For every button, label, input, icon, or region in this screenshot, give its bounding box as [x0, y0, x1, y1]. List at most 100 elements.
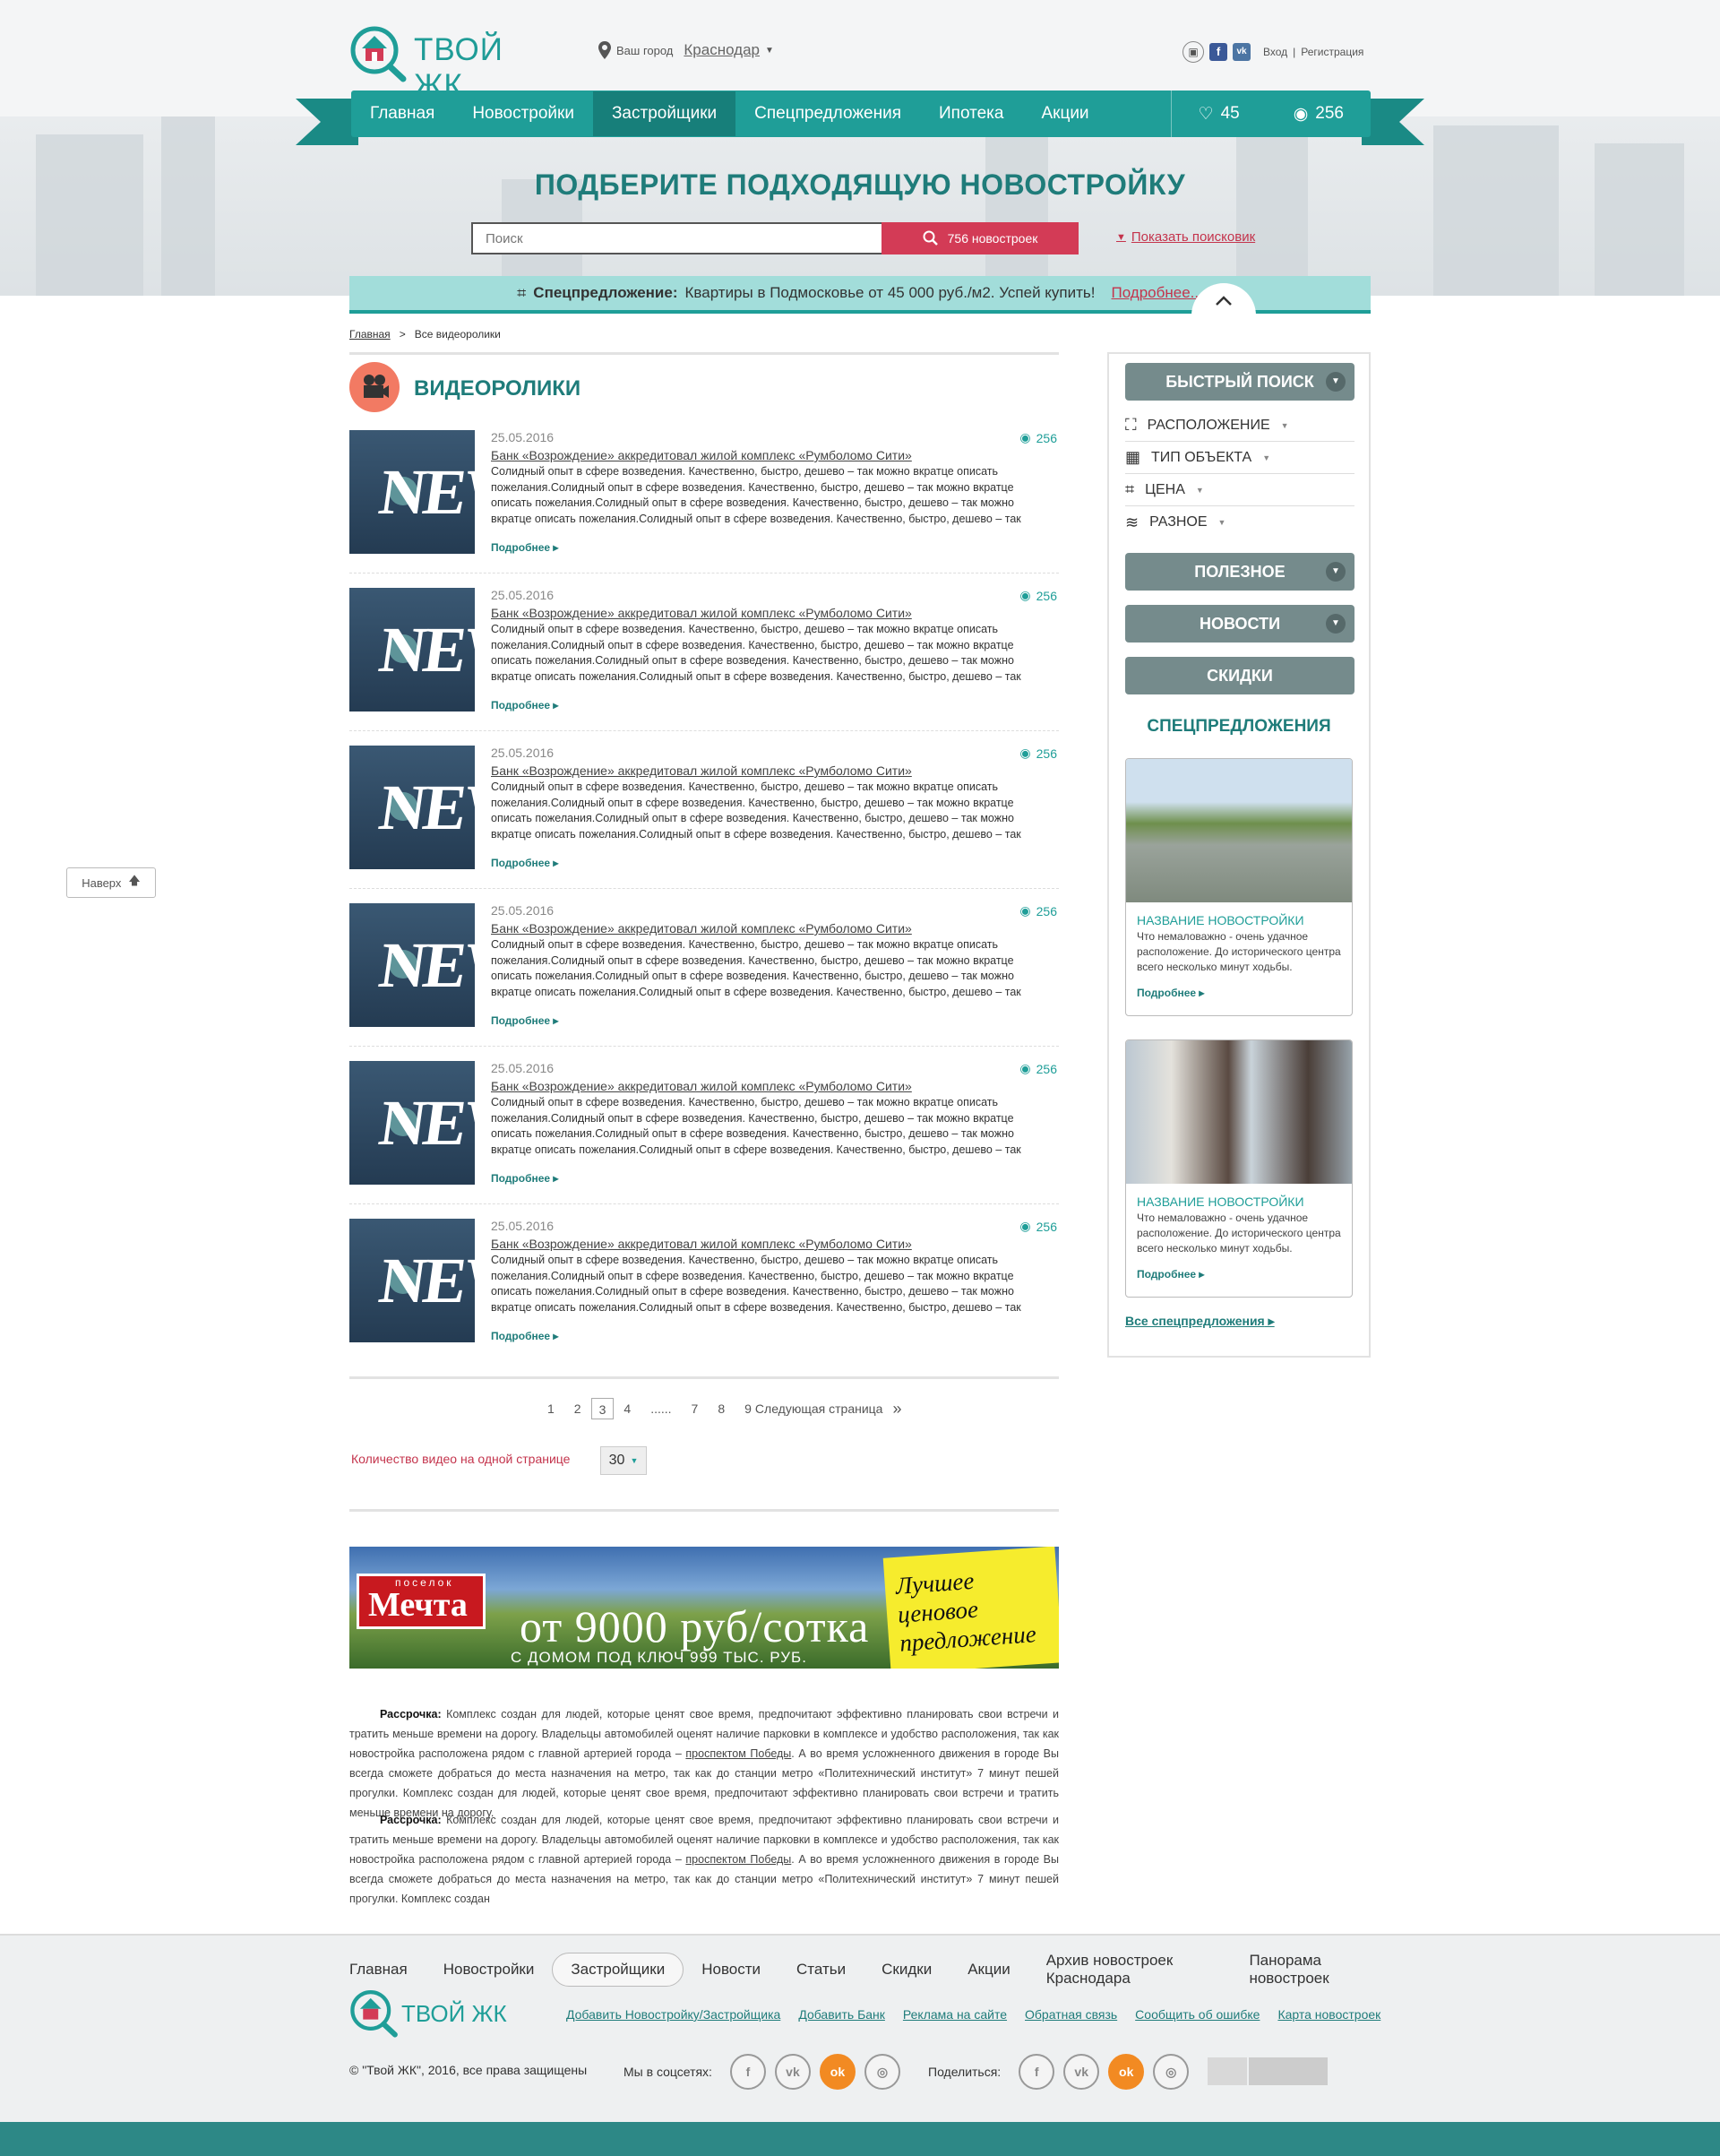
footer-nav-item[interactable]: Новости	[684, 1953, 778, 1986]
footer-link[interactable]: Добавить Новостройку/Застройщика	[566, 2007, 780, 2022]
footer-link[interactable]: Сообщить об ошибке	[1135, 2007, 1260, 2022]
news-button[interactable]: НОВОСТИ ▼	[1125, 605, 1354, 642]
page-link[interactable]: 8	[708, 1398, 735, 1419]
footer-nav-item[interactable]: Главная	[349, 1953, 426, 1986]
paragraph-label: Рассрочка:	[380, 1814, 442, 1826]
views-counter[interactable]: ◉ 256	[1267, 104, 1371, 125]
nav-item-home[interactable]: Главная	[351, 91, 453, 136]
item-more-link[interactable]: Подробнее ▸	[491, 1330, 558, 1342]
next-arrow-icon[interactable]: »	[892, 1398, 911, 1419]
video-thumbnail[interactable]: NEW	[349, 1219, 475, 1342]
useful-button[interactable]: ПОЛЕЗНОЕ ▼	[1125, 553, 1354, 591]
site-logo[interactable]: ТВОЙ ЖК	[349, 23, 555, 103]
filter-misc[interactable]: ≋ РАЗНОЕ ▼	[1125, 506, 1354, 539]
quick-search-label: БЫСТРЫЙ ПОИСК	[1165, 373, 1314, 391]
page-link[interactable]: 7	[682, 1398, 709, 1419]
footer-logo[interactable]: ТВОЙ ЖК	[349, 1988, 529, 2038]
search-button[interactable]: 756 новостроек	[882, 222, 1079, 254]
filter-object-type[interactable]: ▦ ТИП ОБЪЕКТА ▼	[1125, 442, 1354, 474]
paragraph-link[interactable]: проспектом Победы	[685, 1747, 791, 1760]
item-headline[interactable]: Банк «Возрождение» аккредитовал жилой ко…	[491, 448, 912, 462]
filter-location[interactable]: ⛶ РАСПОЛОЖЕНИЕ ▼	[1125, 410, 1354, 442]
item-headline[interactable]: Банк «Возрождение» аккредитовал жилой ко…	[491, 1079, 912, 1093]
video-thumbnail[interactable]: NEW	[349, 903, 475, 1027]
footer-nav-item[interactable]: Статьи	[778, 1953, 864, 1986]
instagram-icon[interactable]: ◎	[1153, 2054, 1190, 2090]
lock-icon[interactable]: ▣	[1182, 41, 1204, 63]
video-thumbnail[interactable]: NEW	[349, 746, 475, 869]
scroll-to-top-button[interactable]: Наверх 🡅	[66, 867, 156, 898]
favorites-counter[interactable]: ♡ 45	[1172, 104, 1267, 125]
odnoklassniki-icon[interactable]: ok	[1108, 2054, 1145, 2090]
item-more-link[interactable]: Подробнее ▸	[491, 857, 558, 869]
facebook-icon[interactable]: f	[1209, 43, 1227, 61]
footer-nav-item[interactable]: Скидки	[864, 1953, 950, 1986]
instagram-icon[interactable]: ◎	[864, 2054, 900, 2090]
ad-banner[interactable]: поселок Мечта от 9000 руб/сотка С ДОМОМ …	[349, 1547, 1059, 1669]
item-more-link[interactable]: Подробнее ▸	[491, 699, 558, 711]
nav-item-developers[interactable]: Застройщики	[592, 91, 736, 136]
search-input[interactable]	[471, 222, 883, 254]
all-special-offers-link[interactable]: Все спецпредложения ▸	[1125, 1314, 1275, 1329]
item-headline[interactable]: Банк «Возрождение» аккредитовал жилой ко…	[491, 606, 912, 620]
city-value[interactable]: Краснодар	[684, 41, 760, 59]
offer-name[interactable]: НАЗВАНИЕ НОВОСТРОЙКИ	[1137, 913, 1304, 927]
footer-link[interactable]: Карта новостроек	[1277, 2007, 1380, 2022]
offer-card[interactable]: НАЗВАНИЕ НОВОСТРОЙКИ Что немаловажно - о…	[1125, 758, 1353, 1016]
page-current[interactable]: 3	[590, 1398, 615, 1419]
footer-link[interactable]: Реклама на сайте	[903, 2007, 1007, 2022]
item-more-link[interactable]: Подробнее ▸	[491, 1014, 558, 1027]
item-more-link[interactable]: Подробнее ▸	[491, 541, 558, 554]
item-headline[interactable]: Банк «Возрождение» аккредитовал жилой ко…	[491, 1237, 912, 1251]
paragraph-link[interactable]: проспектом Победы	[685, 1853, 791, 1866]
footer-nav-item[interactable]: Панорама новостроек	[1231, 1945, 1371, 1995]
footer-nav-item[interactable]: Архив новостроек Краснодара	[1028, 1945, 1232, 1995]
footer-nav-item[interactable]: Акции	[950, 1953, 1028, 1986]
item-headline[interactable]: Банк «Возрождение» аккредитовал жилой ко…	[491, 921, 912, 936]
page-link[interactable]: 4	[614, 1398, 641, 1419]
social-links: Мы в соцсетях: f vk ok ◎	[624, 2054, 900, 2090]
footer-nav-item[interactable]: Новостройки	[426, 1953, 553, 1986]
quick-search-button[interactable]: БЫСТРЫЙ ПОИСК ▼	[1125, 363, 1354, 401]
breadcrumb-current: Все видеоролики	[414, 328, 501, 341]
page-link[interactable]: 2	[564, 1398, 591, 1419]
register-link[interactable]: Регистрация	[1301, 46, 1363, 58]
nav-item-new-buildings[interactable]: Новостройки	[453, 91, 593, 136]
next-page-link[interactable]: Следующая страница	[755, 1398, 893, 1419]
vk-icon[interactable]: vk	[1233, 43, 1251, 61]
nav-item-mortgage[interactable]: Ипотека	[920, 91, 1022, 136]
per-page-select[interactable]: 30 ▼	[600, 1446, 647, 1475]
vk-icon[interactable]: vk	[1063, 2054, 1100, 2090]
nav-item-promotions[interactable]: Акции	[1022, 91, 1107, 136]
search-button-label: 756 новостроек	[947, 231, 1038, 246]
offer-name[interactable]: НАЗВАНИЕ НОВОСТРОЙКИ	[1137, 1194, 1304, 1209]
breadcrumb-home[interactable]: Главная	[349, 328, 391, 341]
offer-more-link[interactable]: Подробнее ▸	[1137, 987, 1204, 999]
page-link[interactable]: 9	[735, 1398, 755, 1419]
footer-link[interactable]: Добавить Банк	[798, 2007, 885, 2022]
filter-price[interactable]: ⌗ ЦЕНА ▼	[1125, 474, 1354, 506]
discounts-button[interactable]: СКИДКИ	[1125, 657, 1354, 694]
show-search-link[interactable]: ▼ Показать поисковик	[1116, 229, 1255, 245]
item-headline[interactable]: Банк «Возрождение» аккредитовал жилой ко…	[491, 763, 912, 778]
counter-badge[interactable]	[1249, 2057, 1328, 2085]
page-link[interactable]: 1	[538, 1398, 564, 1419]
odnoklassniki-icon[interactable]: ok	[819, 2054, 856, 2090]
offer-card[interactable]: НАЗВАНИЕ НОВОСТРОЙКИ Что немаловажно - о…	[1125, 1039, 1353, 1298]
facebook-icon[interactable]: f	[1019, 2054, 1055, 2090]
video-thumbnail[interactable]: NEW	[349, 588, 475, 711]
offer-more-link[interactable]: Подробнее ▸	[1137, 1268, 1204, 1281]
footer-nav-item-active[interactable]: Застройщики	[552, 1953, 684, 1987]
login-link[interactable]: Вход	[1263, 46, 1287, 58]
nav-item-special-offers[interactable]: Спецпредложения	[735, 91, 920, 136]
counter-badge[interactable]	[1208, 2057, 1247, 2085]
footer-link[interactable]: Обратная связь	[1025, 2007, 1117, 2022]
facebook-icon[interactable]: f	[729, 2054, 766, 2090]
collapse-tab[interactable]	[1191, 283, 1256, 319]
item-more-link[interactable]: Подробнее ▸	[491, 1172, 558, 1185]
video-thumbnail[interactable]: NEW	[349, 430, 475, 554]
video-thumbnail[interactable]: NEW	[349, 1061, 475, 1185]
promo-more-link[interactable]: Подробнее...	[1112, 284, 1203, 302]
vk-icon[interactable]: vk	[774, 2054, 811, 2090]
city-selector[interactable]: Ваш город Краснодар ▼	[598, 41, 774, 59]
